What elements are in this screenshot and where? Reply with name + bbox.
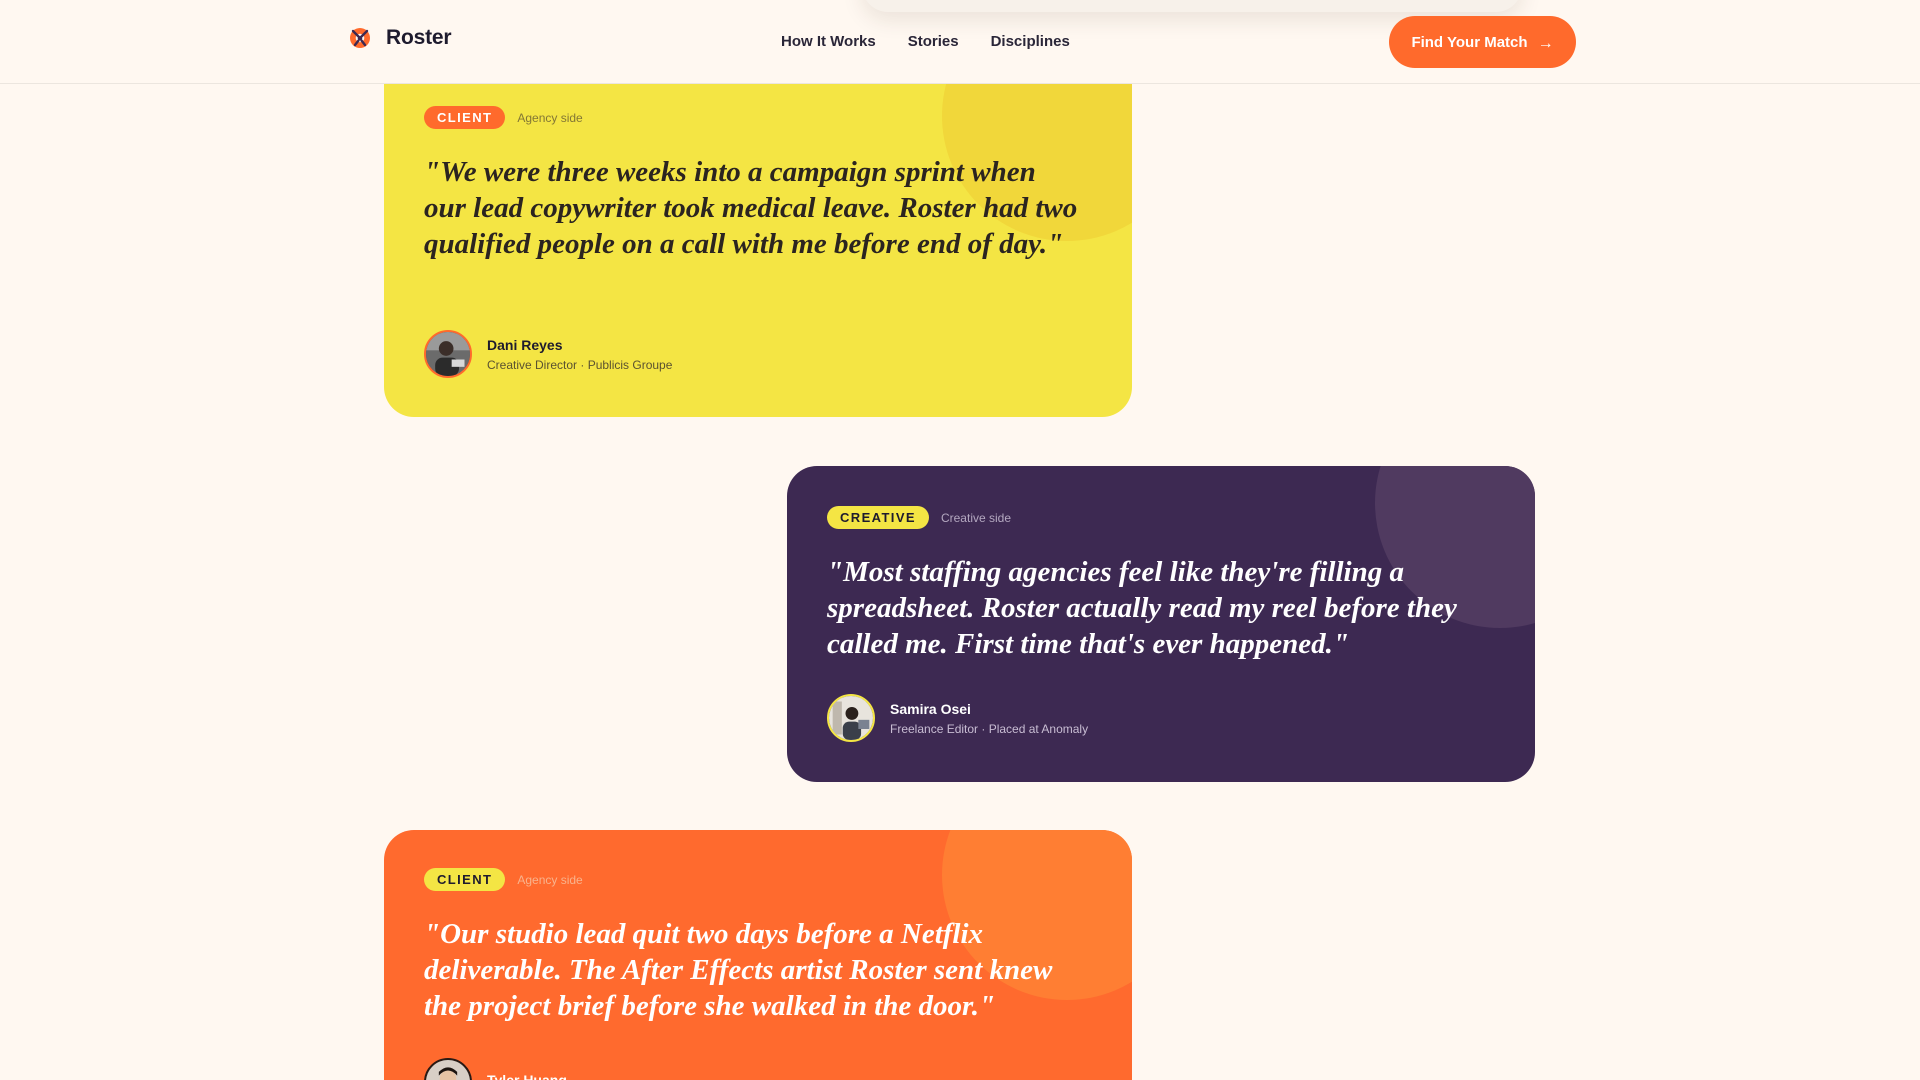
author-text: Dani Reyes Creative Director · Publicis … [487,337,672,372]
testimonial-card: CLIENT Agency side "Our studio lead quit… [384,830,1132,1080]
author-text: Tyler Huang [487,1072,567,1080]
main-nav: How It Works Stories Disciplines [781,33,1070,50]
author-text: Samira Osei Freelance Editor · Placed at… [890,701,1088,736]
avatar [424,1058,472,1080]
top-navigation: Roster How It Works Stories Disciplines … [0,0,1920,84]
brand-name: Roster [386,26,452,49]
avatar [827,694,875,742]
page: Roster How It Works Stories Disciplines … [0,0,1920,1080]
role-badge: CREATIVE [827,506,929,529]
testimonial-quote: "Our studio lead quit two days before a … [424,918,1053,1022]
testimonial-quote: "Most staffing agencies feel like they'r… [827,556,1457,660]
brand-logo[interactable]: Roster [348,26,452,50]
testimonial-meta: CLIENT Agency side [424,106,583,129]
testimonial-author: Tyler Huang [424,1058,567,1080]
side-label: Creative side [940,510,1011,525]
testimonial-card: CREATIVE Creative side "Most staffing ag… [787,466,1535,782]
testimonial-meta: CLIENT Agency side [424,868,583,891]
nav-disciplines[interactable]: Disciplines [991,33,1070,50]
testimonial-meta: CREATIVE Creative side [827,506,1011,529]
avatar [424,330,472,378]
side-label: Agency side [517,872,583,887]
nav-stories[interactable]: Stories [908,33,959,50]
author-name: Samira Osei [890,700,971,717]
testimonial-quote: "We were three weeks into a campaign spr… [424,156,1078,260]
nav-how-it-works[interactable]: How It Works [781,33,876,50]
author-title: Creative Director · Publicis Groupe [487,357,673,372]
author-name: Dani Reyes [487,336,563,353]
cta-label: Find Your Match [1411,33,1528,51]
find-your-match-button[interactable]: Find Your Match → [1389,16,1576,68]
testimonial-author: Samira Osei Freelance Editor · Placed at… [827,694,1088,742]
side-label: Agency side [517,110,583,125]
role-badge: CLIENT [424,868,506,891]
testimonial-author: Dani Reyes Creative Director · Publicis … [424,330,672,378]
top-shadow-shape [862,0,1522,12]
author-name: Tyler Huang [487,1071,567,1080]
role-badge: CLIENT [424,106,506,129]
testimonial-card: CLIENT Agency side "We were three weeks … [384,46,1132,417]
arrow-right-icon: → [1537,34,1554,52]
author-title: Freelance Editor · Placed at Anomaly [890,721,1089,736]
roster-logo-icon [350,28,370,48]
